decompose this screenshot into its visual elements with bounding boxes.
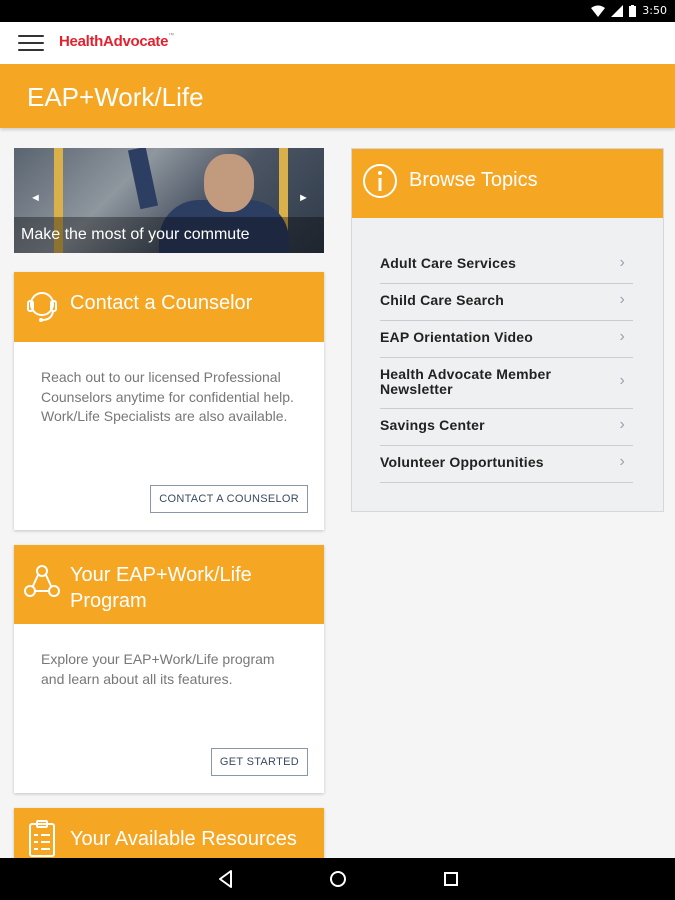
get-started-button[interactable]: GET STARTED	[210, 748, 308, 776]
card-header[interactable]: Contact a Counselor	[14, 272, 324, 342]
topic-eap-orientation-video[interactable]: EAP Orientation Video ›	[380, 321, 633, 358]
chevron-right-icon: ›	[619, 328, 625, 345]
card-header[interactable]: Your EAP+Work/Life Program	[14, 545, 324, 624]
page-header: EAP+Work/Life	[0, 64, 675, 128]
recents-icon[interactable]	[440, 868, 462, 890]
card-description: Reach out to our licensed Professional C…	[41, 369, 294, 424]
topic-member-newsletter[interactable]: Health Advocate Member Newsletter ›	[380, 358, 633, 409]
topic-child-care-search[interactable]: Child Care Search ›	[380, 284, 633, 321]
topic-label: Child Care Search	[380, 292, 504, 308]
hero-image-detail	[204, 154, 254, 212]
chevron-right-icon: ›	[619, 372, 625, 389]
card-title: Your Available Resources	[70, 828, 297, 850]
page-title: EAP+Work/Life	[27, 82, 204, 112]
headset-icon	[27, 292, 57, 322]
topic-label: Adult Care Services	[380, 255, 517, 271]
status-bar: 3:50	[0, 0, 675, 22]
app-bar: HealthAdvocate™	[0, 22, 675, 64]
brand-trademark: ™	[168, 33, 174, 39]
browse-header: Browse Topics	[352, 149, 663, 218]
hero-caption: Make the most of your commute	[21, 226, 250, 243]
card-description: Explore your EAP+Work/Life program and l…	[41, 651, 275, 687]
hero-carousel[interactable]: ◄ ► Make the most of your commute	[14, 148, 324, 253]
topic-label: Volunteer Opportunities	[380, 454, 544, 470]
topic-adult-care-services[interactable]: Adult Care Services ›	[380, 248, 633, 284]
chevron-right-icon: ›	[619, 416, 625, 433]
battery-icon	[629, 4, 637, 17]
navigation-bar	[0, 858, 675, 900]
topic-label: Savings Center	[380, 417, 485, 433]
network-people-icon	[24, 565, 60, 597]
carousel-next-icon[interactable]: ►	[298, 192, 309, 204]
card-title: Your EAP+Work/Life Program	[70, 564, 252, 612]
topic-savings-center[interactable]: Savings Center ›	[380, 409, 633, 446]
wifi-icon	[591, 5, 606, 17]
topic-volunteer-opportunities[interactable]: Volunteer Opportunities ›	[380, 446, 633, 483]
carousel-prev-icon[interactable]: ◄	[30, 192, 41, 204]
contact-counselor-button[interactable]: CONTACT A COUNSELOR	[150, 485, 308, 513]
back-icon[interactable]	[215, 868, 237, 890]
home-icon[interactable]	[327, 868, 349, 890]
status-time: 3:50	[642, 4, 667, 17]
brand-name: HealthAdvocate	[59, 33, 169, 50]
status-icons: 3:50	[591, 4, 667, 17]
browse-topics-panel: Browse Topics Adult Care Services › Chil…	[351, 148, 664, 512]
checklist-icon	[29, 820, 55, 857]
brand-logo: HealthAdvocate™	[59, 33, 174, 50]
signal-icon	[611, 4, 624, 17]
chevron-right-icon: ›	[619, 453, 625, 470]
menu-icon[interactable]	[18, 35, 44, 52]
chevron-right-icon: ›	[619, 254, 625, 271]
chevron-right-icon: ›	[619, 291, 625, 308]
program-card: Your EAP+Work/Life Program Explore your …	[14, 545, 324, 793]
topic-label: Health Advocate Member Newsletter	[380, 366, 552, 397]
topic-label: EAP Orientation Video	[380, 329, 534, 345]
hero-image-detail	[127, 148, 159, 210]
browse-title: Browse Topics	[409, 169, 538, 191]
card-title: Contact a Counselor	[70, 292, 253, 314]
contact-counselor-card: Contact a Counselor Reach out to our lic…	[14, 272, 324, 530]
info-icon	[363, 164, 397, 198]
